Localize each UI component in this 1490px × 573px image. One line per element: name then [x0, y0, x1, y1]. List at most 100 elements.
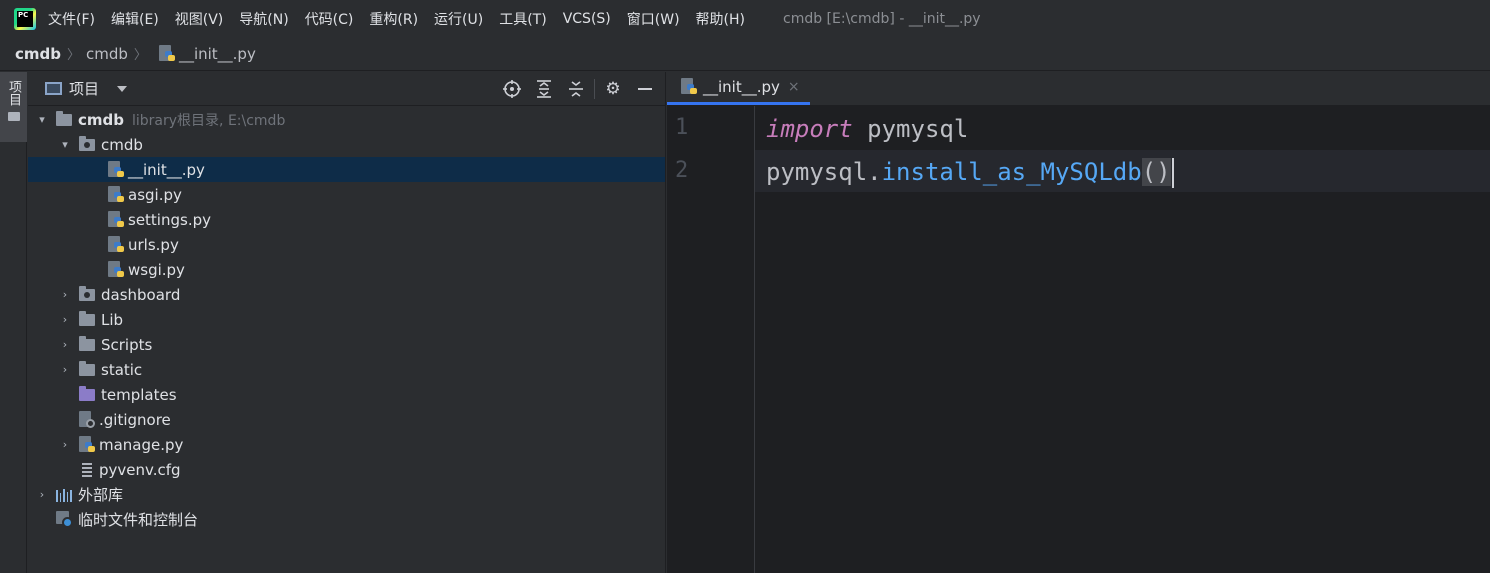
tree-item-static[interactable]: › static — [28, 357, 665, 382]
python-file-icon — [79, 435, 95, 454]
menu-help[interactable]: 帮助(H) — [696, 9, 745, 29]
window-title: cmdb [E:\cmdb] - __init__.py — [783, 10, 981, 27]
menu-tools[interactable]: 工具(T) — [499, 9, 546, 29]
config-file-icon — [79, 461, 95, 479]
tree-item-label: __init__.py — [128, 160, 205, 179]
line-number: 1 — [675, 115, 689, 140]
menu-edit[interactable]: 编辑(E) — [111, 9, 159, 29]
menu-view[interactable]: 视图(V) — [175, 9, 224, 29]
folder-icon — [79, 310, 95, 326]
tree-item-label: settings.py — [128, 210, 211, 229]
menu-refactor[interactable]: 重构(R) — [369, 9, 418, 29]
tree-item-project-root[interactable]: ▾ cmdb library根目录, E:\cmdb — [28, 107, 665, 132]
tree-item-settings-py[interactable]: settings.py — [28, 207, 665, 232]
menu-bar: PC 文件(F) 编辑(E) 视图(V) 导航(N) 代码(C) 重构(R) 运… — [0, 0, 1490, 37]
menu-run[interactable]: 运行(U) — [434, 9, 483, 29]
menu-vcs[interactable]: VCS(S) — [563, 11, 611, 27]
tree-item-label: cmdb — [101, 135, 143, 154]
tree-item-external-libraries[interactable]: › 外部库 — [28, 482, 665, 507]
collapse-all-icon[interactable] — [560, 72, 592, 106]
chevron-down-icon[interactable]: ▾ — [59, 138, 71, 151]
tree-item-label: cmdb — [78, 110, 124, 129]
folder-icon — [56, 110, 72, 126]
tree-item-pyvenv-cfg[interactable]: pyvenv.cfg — [28, 457, 665, 482]
code-token: pymysql — [852, 115, 969, 143]
tree-item-cmdb-package[interactable]: ▾ cmdb — [28, 132, 665, 157]
project-tool-tab[interactable]: 项目 — [0, 72, 27, 142]
tab-label: __init__.py — [703, 77, 780, 96]
python-file-icon — [108, 235, 124, 254]
tab-init-py[interactable]: __init__.py × — [667, 71, 810, 105]
locate-file-icon[interactable] — [496, 72, 528, 106]
menu-window[interactable]: 窗口(W) — [627, 9, 680, 29]
package-folder-icon — [79, 135, 95, 151]
chevron-right-icon[interactable]: › — [59, 288, 71, 301]
tree-item-label: manage.py — [99, 435, 184, 454]
chevron-down-icon[interactable]: ▾ — [36, 113, 48, 126]
code-token: pymysql. — [766, 158, 882, 186]
code-area[interactable]: 1 2 import pymysql pymysql.install_as_My… — [667, 106, 1490, 573]
keyword-token: import — [766, 115, 853, 143]
project-panel-title[interactable]: 项目 — [69, 78, 99, 99]
folder-icon — [7, 112, 20, 121]
pycharm-logo-icon[interactable]: PC — [14, 7, 36, 30]
menu-file[interactable]: 文件(F) — [48, 9, 95, 29]
package-folder-icon — [79, 285, 95, 301]
project-tool-tab-label: 项目 — [6, 80, 21, 106]
tree-item-label: 外部库 — [78, 486, 124, 504]
chevron-down-icon[interactable] — [117, 85, 128, 92]
templates-folder-icon — [79, 385, 95, 401]
python-file-icon — [108, 210, 124, 229]
tree-item-scripts[interactable]: › Scripts — [28, 332, 665, 357]
gear-icon[interactable]: ⚙ — [597, 72, 629, 106]
tree-item-lib[interactable]: › Lib — [28, 307, 665, 332]
tree-item-hint: library根目录, E:\cmdb — [132, 112, 286, 129]
editor: __init__.py × 1 2 import pymysql pymysql… — [667, 71, 1490, 573]
line-gutter[interactable]: 1 2 — [667, 106, 755, 573]
library-icon — [56, 488, 74, 502]
paren-token: () — [1141, 158, 1171, 186]
chevron-right-icon[interactable]: › — [36, 488, 48, 501]
chevron-right-icon[interactable]: › — [59, 313, 71, 326]
tree-item-templates[interactable]: templates — [28, 382, 665, 407]
project-panel-header: 项目 ⚙ — [28, 72, 665, 106]
tree-item-urls-py[interactable]: urls.py — [28, 232, 665, 257]
chevron-right-icon[interactable]: › — [59, 438, 71, 451]
expand-all-icon[interactable] — [528, 72, 560, 106]
tree-item-label: Scripts — [101, 335, 153, 354]
toolbar-divider — [594, 79, 595, 99]
tree-item-label: urls.py — [128, 235, 179, 254]
minimize-icon[interactable] — [629, 72, 661, 106]
function-token: install_as_MySQLdb — [881, 158, 1142, 186]
breadcrumb-file[interactable]: __init__.py — [179, 45, 256, 63]
tree-item-label: Lib — [101, 310, 124, 329]
tree-item-label: templates — [101, 385, 177, 404]
code-line-1[interactable]: import pymysql — [766, 108, 968, 150]
tree-item-dashboard[interactable]: › dashboard — [28, 282, 665, 307]
tree-item-init-py[interactable]: __init__.py — [28, 157, 665, 182]
chevron-right-icon: 〉 — [133, 48, 147, 63]
project-tree: ▾ cmdb library根目录, E:\cmdb ▾ cmdb __init… — [28, 106, 665, 532]
breadcrumb: cmdb 〉 cmdb 〉 __init__.py — [0, 37, 1490, 71]
left-tool-strip: 项目 — [0, 72, 27, 573]
menu-navigate[interactable]: 导航(N) — [239, 9, 288, 29]
tree-item-gitignore[interactable]: .gitignore — [28, 407, 665, 432]
tree-item-manage-py[interactable]: › manage.py — [28, 432, 665, 457]
code-line-2[interactable]: pymysql.install_as_MySQLdb() — [766, 151, 1174, 193]
chevron-right-icon[interactable]: › — [59, 338, 71, 351]
python-file-icon — [158, 44, 175, 63]
project-panel: 项目 ⚙ ▾ cmdb library根目录, E:\cmdb ▾ cmdb _… — [28, 72, 666, 573]
python-file-icon — [681, 77, 697, 96]
tree-item-scratches[interactable]: 临时文件和控制台 — [28, 507, 665, 532]
tree-item-wsgi-py[interactable]: wsgi.py — [28, 257, 665, 282]
tree-item-label: pyvenv.cfg — [99, 460, 181, 479]
tree-item-asgi-py[interactable]: asgi.py — [28, 182, 665, 207]
breadcrumb-package[interactable]: cmdb — [86, 45, 128, 63]
panel-toolbar: ⚙ — [496, 72, 661, 106]
close-icon[interactable]: × — [788, 79, 800, 95]
breadcrumb-project[interactable]: cmdb — [15, 45, 61, 63]
menu-code[interactable]: 代码(C) — [305, 9, 354, 29]
chevron-right-icon[interactable]: › — [59, 363, 71, 376]
tree-item-label: static — [101, 360, 143, 379]
line-number: 2 — [675, 158, 689, 183]
